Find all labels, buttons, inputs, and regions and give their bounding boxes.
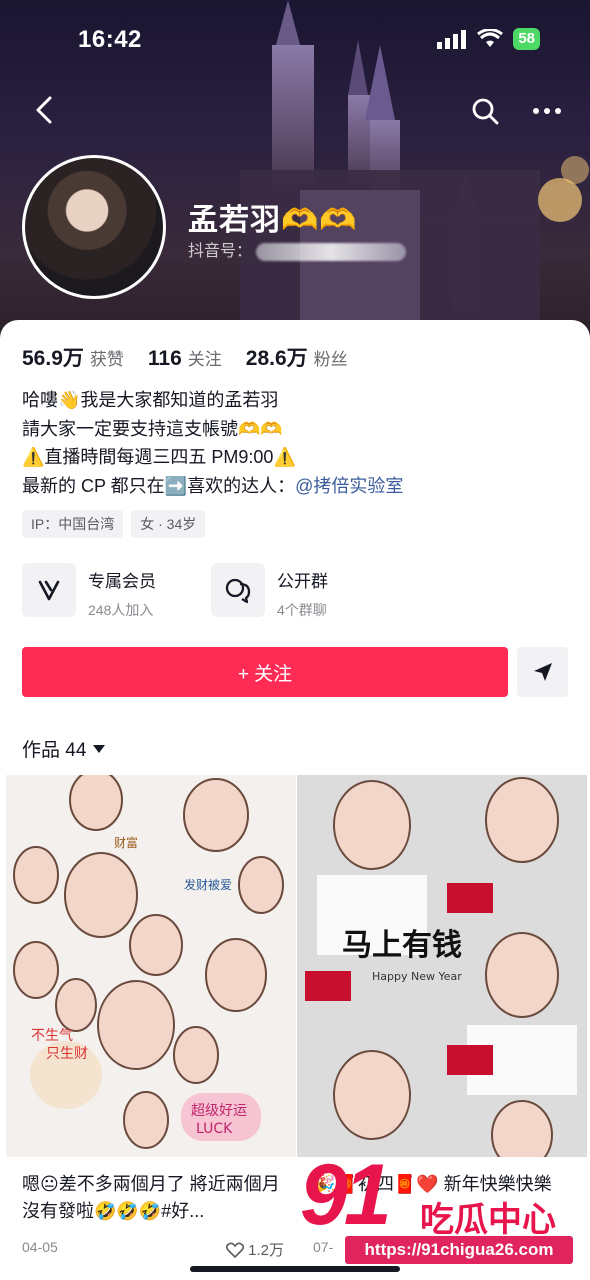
search-icon[interactable] bbox=[470, 96, 500, 126]
signal-icon bbox=[437, 30, 467, 49]
profile-tags: IP：中国台湾 女 · 34岁 bbox=[22, 510, 206, 538]
membership-entry[interactable]: 专属会员 248人加入 bbox=[22, 563, 156, 619]
bio-line: ⚠️直播時間每週三四五 PM9:00⚠️ bbox=[22, 447, 296, 467]
watermark-logo: 91 bbox=[300, 1147, 392, 1243]
works-count-label: 作品 44 bbox=[22, 740, 87, 761]
watermark-url: https://91chigua26.com bbox=[345, 1236, 573, 1264]
status-bar: 16:42 58 bbox=[0, 22, 590, 62]
follow-button[interactable]: + 关注 bbox=[22, 647, 508, 697]
like-count: 1.2万 bbox=[248, 1242, 284, 1259]
send-message-button[interactable] bbox=[517, 647, 568, 697]
svg-text:不生气: 不生气 bbox=[31, 1028, 73, 1044]
group-chat-icon bbox=[211, 563, 265, 617]
svg-text:超级好运: 超级好运 bbox=[191, 1103, 247, 1119]
profile-stats: 56.9万 获赞 116 关注 28.6万 粉丝 bbox=[22, 342, 348, 372]
svg-text:Happy New Year: Happy New Year bbox=[372, 970, 462, 983]
feature-subtitle: 248人加入 bbox=[88, 602, 154, 618]
profile-bio: 哈嘍👋我是大家都知道的孟若羽 請大家一定要支持這支帳號🫶🫶 ⚠️直播時間每週三四… bbox=[22, 386, 403, 500]
svg-text:马上有钱: 马上有钱 bbox=[342, 928, 462, 963]
works-tab-header[interactable]: 作品 44 bbox=[22, 735, 106, 762]
photo-collage: 不生气 只生财 超级好运 LUCK 财富 发财被爱 bbox=[6, 775, 296, 1157]
mention-link[interactable]: @拷倍实验室 bbox=[295, 476, 403, 496]
work-thumbnail[interactable]: 不生气 只生财 超级好运 LUCK 财富 发财被爱 bbox=[6, 775, 296, 1157]
bio-text: 最新的 CP 都只在➡️喜欢的达人： bbox=[22, 475, 296, 496]
work-tile[interactable]: 不生气 只生财 超级好运 LUCK 财富 发财被爱 嗯😐差不多兩個月了 將近兩個… bbox=[6, 775, 296, 1265]
more-horizontal-icon[interactable] bbox=[530, 96, 564, 126]
photo-collage: 马上有钱 Happy New Year bbox=[297, 775, 587, 1157]
chevron-left-icon[interactable] bbox=[28, 92, 64, 128]
watermark-brand-cn: 吃瓜中心 bbox=[420, 1201, 556, 1239]
douyin-id-redacted bbox=[256, 242, 407, 261]
stat-value: 28.6万 bbox=[245, 347, 308, 370]
wifi-icon bbox=[477, 29, 504, 47]
svg-text:LUCK: LUCK bbox=[196, 1121, 233, 1137]
caret-down-icon bbox=[93, 744, 106, 753]
work-meta: 04-05 1.2万 bbox=[6, 1239, 296, 1265]
work-thumbnail[interactable]: 马上有钱 Happy New Year bbox=[297, 775, 587, 1157]
home-indicator[interactable] bbox=[190, 1266, 400, 1272]
work-caption: 嗯😐差不多兩個月了 將近兩個月沒有發啦🤣🤣🤣#好... bbox=[22, 1174, 280, 1221]
stat-label: 粉丝 bbox=[313, 350, 348, 369]
work-likes: 1.2万 bbox=[226, 1239, 284, 1260]
douyin-id-label: 抖音号： bbox=[188, 243, 253, 260]
feature-entries: 专属会员 248人加入 公开群 4个群聊 bbox=[22, 563, 568, 619]
douyin-id: 抖音号： bbox=[188, 237, 407, 261]
feature-title: 公开群 bbox=[277, 572, 328, 591]
ip-location-tag: IP：中国台湾 bbox=[22, 510, 124, 538]
stat-following[interactable]: 116 关注 bbox=[148, 345, 222, 371]
svg-text:财富: 财富 bbox=[114, 835, 138, 850]
profile-name: 孟若羽🫶🫶 bbox=[188, 204, 358, 237]
stat-followers[interactable]: 28.6万 粉丝 bbox=[246, 342, 348, 372]
status-icons: 58 bbox=[437, 28, 540, 50]
svg-text:只生财: 只生财 bbox=[46, 1046, 88, 1062]
svg-text:发财被爱: 发财被爱 bbox=[184, 877, 232, 892]
profile-header: 16:42 58 孟若羽🫶🫶 抖音号： bbox=[0, 0, 590, 340]
status-time: 16:42 bbox=[78, 26, 142, 53]
membership-v-icon bbox=[22, 563, 76, 617]
stat-likes[interactable]: 56.9万 获赞 bbox=[22, 342, 124, 372]
battery-indicator: 58 bbox=[513, 28, 540, 50]
stat-value: 116 bbox=[147, 347, 182, 370]
stat-label: 关注 bbox=[187, 350, 222, 369]
avatar[interactable] bbox=[22, 155, 166, 299]
heart-icon bbox=[226, 1242, 245, 1258]
bio-line: 請大家一定要支持這支帳號🫶🫶 bbox=[22, 418, 283, 439]
feature-subtitle: 4个群聊 bbox=[277, 602, 327, 618]
feature-title: 专属会员 bbox=[88, 572, 156, 591]
gender-age-tag: 女 · 34岁 bbox=[131, 510, 206, 538]
bio-line: 哈嘍👋我是大家都知道的孟若羽 bbox=[22, 390, 279, 410]
work-date: 04-05 bbox=[22, 1239, 58, 1255]
stat-label: 获赞 bbox=[89, 350, 124, 369]
public-group-entry[interactable]: 公开群 4个群聊 bbox=[211, 563, 328, 619]
bio-line: 最新的 CP 都只在➡️喜欢的达人：@拷倍实验室 bbox=[22, 472, 403, 501]
send-message-icon bbox=[533, 663, 552, 681]
stat-value: 56.9万 bbox=[22, 347, 84, 370]
